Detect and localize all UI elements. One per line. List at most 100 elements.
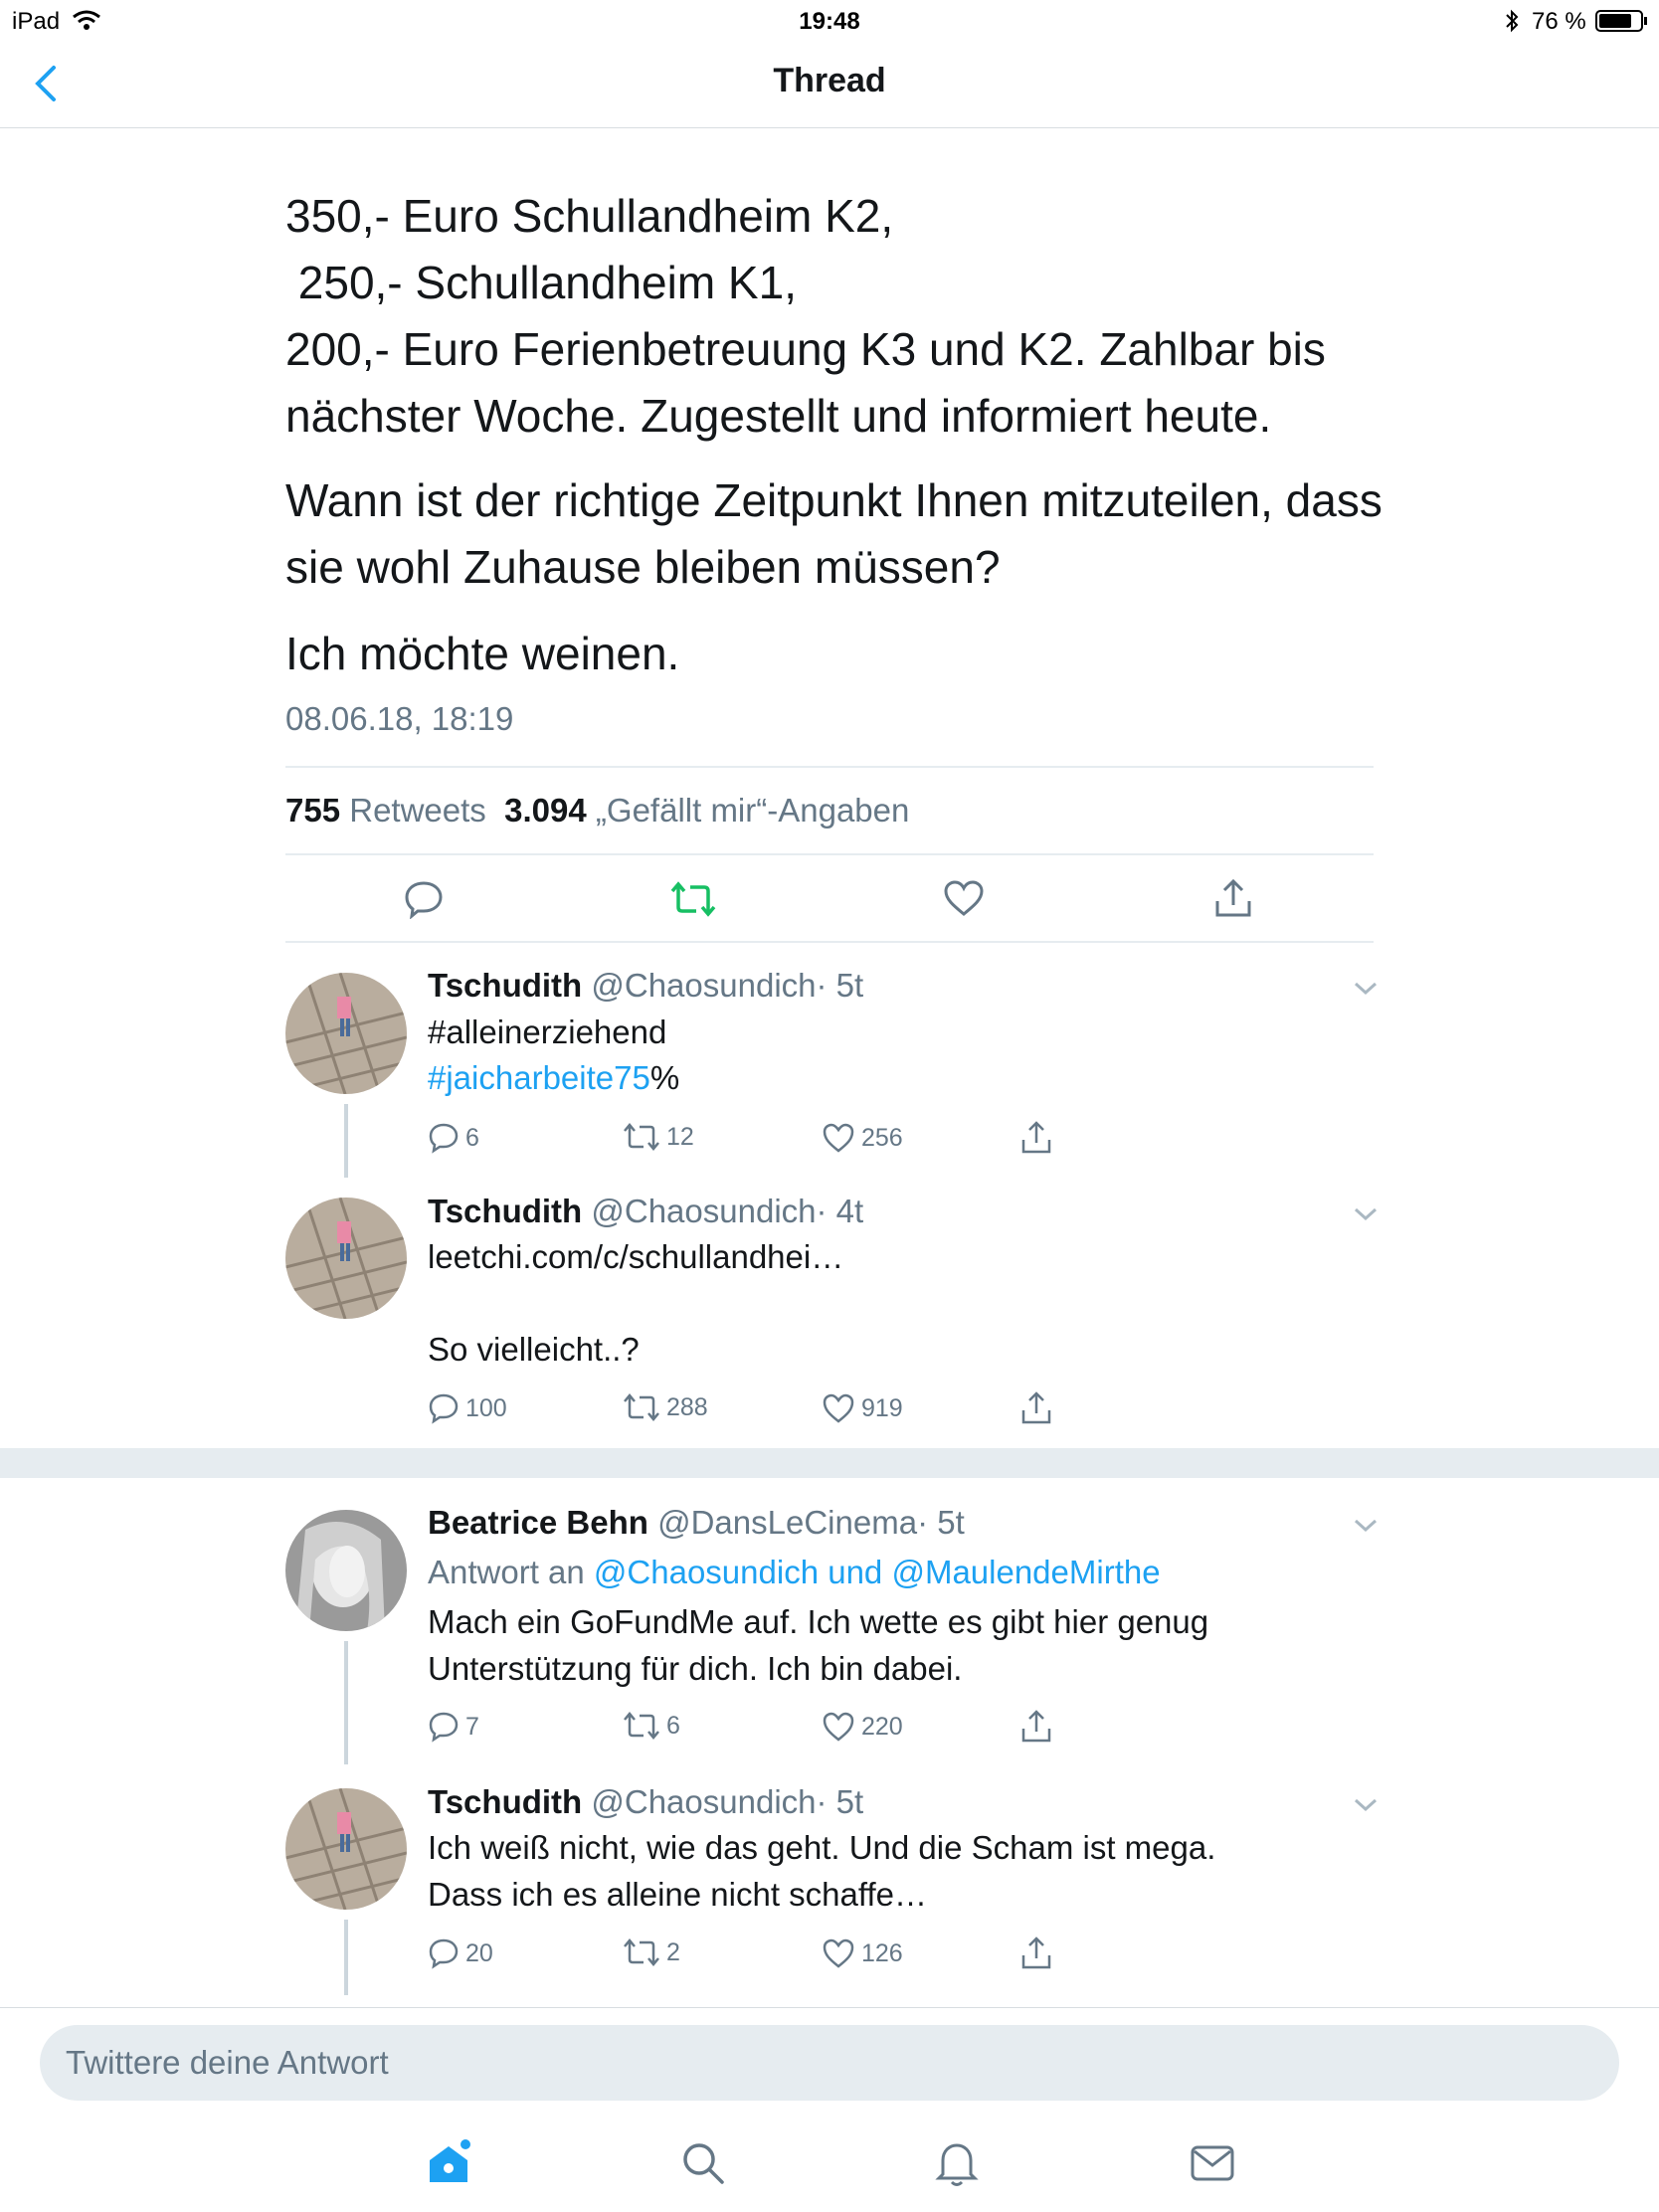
reply-icon[interactable] (428, 1122, 460, 1154)
reply-to-users[interactable]: @Chaosundich und @MaulendeMirthe (594, 1554, 1161, 1590)
likes-label[interactable]: „Gefällt mir“-Angaben (596, 792, 909, 829)
like-count: 256 (861, 1123, 903, 1152)
avatar[interactable] (285, 973, 407, 1094)
retweet-icon[interactable] (670, 881, 716, 917)
avatar[interactable] (285, 1788, 407, 1910)
reply-action[interactable]: 100 (428, 1392, 507, 1424)
like-icon[interactable] (822, 1122, 855, 1154)
reply-text: So vielleicht..? (428, 1331, 640, 1368)
retweet-icon[interactable] (623, 1392, 660, 1422)
reply-header: Tschudith @Chaosundich· 5t (428, 967, 863, 1005)
chevron-down-icon[interactable] (1351, 1795, 1381, 1815)
reply-action[interactable]: 20 (428, 1937, 493, 1969)
composer-divider (0, 2007, 1659, 2008)
like-action[interactable]: 256 (822, 1122, 903, 1154)
retweet-action[interactable]: 288 (623, 1392, 708, 1422)
share-icon[interactable] (1020, 1120, 1052, 1156)
reply-time: · 5t (917, 1504, 965, 1541)
retweet-icon[interactable] (623, 1937, 660, 1967)
like-action[interactable]: 126 (822, 1937, 903, 1969)
like-icon[interactable] (943, 879, 985, 917)
hashtag-link[interactable]: #jaicharbeite75 (428, 1059, 650, 1096)
hashtag-link[interactable]: #alleinerziehend (428, 1009, 666, 1055)
retweets-label[interactable]: Retweets (349, 792, 486, 829)
author-handle[interactable]: @DansLeCinema (657, 1504, 917, 1541)
url-link[interactable]: leetchi.com/c/schullandhei… (428, 1233, 843, 1280)
retweet-icon[interactable] (623, 1711, 660, 1741)
reply-time: · 5t (816, 967, 864, 1004)
like-action[interactable]: 919 (822, 1392, 903, 1424)
tweet-text-line: 350,- Euro Schullandheim K2, (285, 190, 894, 242)
like-icon[interactable] (822, 1937, 855, 1969)
author-name[interactable]: Beatrice Behn (428, 1504, 648, 1541)
retweet-action[interactable]: 12 (623, 1122, 694, 1152)
tweet-text-line: nächster Woche. Zugestellt und informier… (285, 390, 1272, 442)
reply-count: 7 (465, 1712, 479, 1741)
tweet-text-line: Ich möchte weinen. (285, 628, 680, 679)
like-icon[interactable] (822, 1392, 855, 1424)
like-count: 919 (861, 1393, 903, 1422)
retweet-action[interactable]: 6 (623, 1711, 680, 1741)
reply-header: Tschudith @Chaosundich· 5t (428, 1783, 863, 1821)
thread-line (344, 1641, 348, 1764)
retweet-count: 12 (666, 1122, 694, 1151)
author-handle[interactable]: @Chaosundich (591, 1783, 816, 1820)
chevron-down-icon[interactable] (1351, 1516, 1381, 1536)
retweet-icon[interactable] (623, 1122, 660, 1152)
text-suffix: % (649, 1059, 680, 1096)
reply-action[interactable]: 6 (428, 1122, 479, 1154)
page-title: Thread (773, 62, 886, 99)
like-count: 220 (861, 1712, 903, 1741)
notifications-icon[interactable] (935, 2138, 979, 2188)
reply-action[interactable]: 7 (428, 1711, 479, 1743)
nav-divider (0, 127, 1659, 128)
reply-icon[interactable] (428, 1392, 460, 1424)
reply-icon[interactable] (404, 879, 444, 919)
avatar[interactable] (285, 1198, 407, 1319)
tweet-stats: 755 Retweets 3.094 „Gefällt mir“-Angaben (285, 792, 909, 830)
battery-icon (1595, 10, 1647, 32)
like-action[interactable]: 220 (822, 1711, 903, 1743)
reply-time: · 4t (816, 1193, 864, 1229)
messages-icon[interactable] (1190, 2144, 1235, 2182)
retweet-action[interactable]: 2 (623, 1937, 680, 1967)
like-icon[interactable] (822, 1711, 855, 1743)
retweets-count[interactable]: 755 (285, 792, 340, 829)
home-icon[interactable] (424, 2138, 473, 2188)
like-count: 126 (861, 1938, 903, 1967)
share-icon[interactable] (1020, 1936, 1052, 1971)
share-icon[interactable] (1020, 1709, 1052, 1745)
reply-count: 20 (465, 1938, 493, 1967)
bluetooth-icon (1506, 9, 1519, 33)
reply-to-context: Antwort an @Chaosundich und @MaulendeMir… (428, 1549, 1161, 1595)
retweet-count: 288 (666, 1392, 708, 1421)
chevron-down-icon[interactable] (1351, 1204, 1381, 1224)
reply-icon[interactable] (428, 1711, 460, 1743)
reply-header: Beatrice Behn @DansLeCinema· 5t (428, 1504, 965, 1542)
likes-count[interactable]: 3.094 (504, 792, 587, 829)
share-icon[interactable] (1020, 1390, 1052, 1426)
reply-header: Tschudith @Chaosundich· 4t (428, 1193, 863, 1230)
author-handle[interactable]: @Chaosundich (591, 1193, 816, 1229)
author-name[interactable]: Tschudith (428, 967, 582, 1004)
reply-time: · 5t (816, 1783, 864, 1820)
battery-percent: 76 % (1532, 8, 1586, 35)
avatar[interactable] (285, 1510, 407, 1631)
tweet-text-line: 200,- Euro Ferienbetreuung K3 und K2. Za… (285, 323, 1326, 375)
divider (285, 766, 1374, 768)
divider (285, 853, 1374, 855)
conversation-separator (0, 1448, 1659, 1478)
chevron-down-icon[interactable] (1351, 979, 1381, 999)
retweet-count: 6 (666, 1711, 680, 1740)
reply-text: #jaicharbeite75% (428, 1054, 679, 1101)
tweet-timestamp[interactable]: 08.06.18, 18:19 (285, 700, 513, 738)
thread-line (344, 1104, 348, 1178)
author-handle[interactable]: @Chaosundich (591, 967, 816, 1004)
search-icon[interactable] (680, 2140, 726, 2186)
tweet-text-line: 250,- Schullandheim K1, (285, 257, 797, 308)
author-name[interactable]: Tschudith (428, 1783, 582, 1820)
reply-input[interactable]: Twittere deine Antwort (40, 2025, 1619, 2101)
reply-icon[interactable] (428, 1937, 460, 1969)
share-icon[interactable] (1213, 877, 1253, 919)
author-name[interactable]: Tschudith (428, 1193, 582, 1229)
